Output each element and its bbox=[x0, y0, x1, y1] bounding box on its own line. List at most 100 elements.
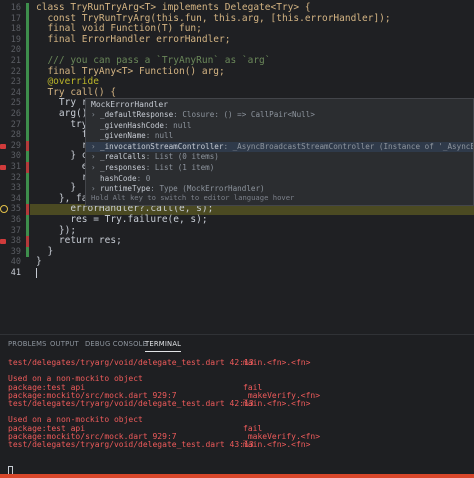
expand-arrow-icon[interactable]: › bbox=[91, 142, 100, 153]
change-marker bbox=[26, 87, 29, 99]
change-marker bbox=[26, 236, 29, 247]
terminal-member: main.<fn>.<fn> bbox=[243, 398, 311, 408]
expand-arrow-icon[interactable]: › bbox=[91, 163, 100, 174]
change-marker bbox=[26, 183, 29, 194]
line-number: 21 bbox=[10, 56, 21, 66]
code-line[interactable]: /// you can pass a `TryAnyRun` as `arg` bbox=[36, 55, 270, 67]
line-number: 19 bbox=[10, 34, 21, 45]
terminal-location: test/delegates/tryarg/void/delegate_test… bbox=[8, 439, 254, 449]
variable-name: _responses bbox=[100, 162, 146, 172]
terminal-line: test/delegates/tryarg/void/delegate_test… bbox=[8, 398, 474, 408]
variable-value: null bbox=[173, 120, 192, 130]
popup-title: MockErrorHandler bbox=[86, 99, 473, 110]
terminal-member: main.<fn>.<fn> bbox=[243, 439, 311, 449]
line-number: 27 bbox=[10, 119, 21, 130]
tab-terminal[interactable]: TERMINAL bbox=[145, 340, 182, 352]
line-number: 18 bbox=[10, 24, 21, 35]
popup-variable-row[interactable]: › _realCalls: List (0 items) bbox=[86, 152, 473, 163]
tab-debug-console[interactable]: DEBUG CONSOLE bbox=[85, 340, 147, 348]
line-number: 24 bbox=[10, 87, 21, 98]
change-marker bbox=[26, 24, 29, 35]
popup-variable-row[interactable]: hashCode: 0 bbox=[86, 174, 473, 185]
variable-value: 0 bbox=[145, 173, 151, 183]
variable-name: _givenHashCode bbox=[100, 120, 165, 130]
breakpoint-icon[interactable] bbox=[0, 239, 6, 245]
popup-variable-row[interactable]: _givenName: null bbox=[86, 131, 473, 142]
popup-variable-row[interactable]: › _defaultResponse: Closure: () => CallPa… bbox=[86, 110, 473, 121]
popup-variable-row[interactable]: › _responses: List (1 item) bbox=[86, 163, 473, 174]
line-number: 22 bbox=[10, 66, 21, 77]
variable-name: runtimeType bbox=[100, 184, 151, 194]
line-number: 37 bbox=[10, 225, 21, 236]
change-marker bbox=[26, 13, 29, 25]
change-marker bbox=[26, 151, 29, 162]
change-marker bbox=[26, 3, 29, 14]
change-marker bbox=[26, 130, 29, 141]
breakpoint-icon[interactable] bbox=[0, 143, 6, 149]
text-cursor bbox=[36, 268, 37, 278]
line-number: 30 bbox=[10, 151, 21, 162]
terminal-output[interactable]: test/delegates/tryarg/void/delegate_test… bbox=[8, 358, 474, 449]
variable-value: null bbox=[154, 131, 174, 141]
popup-variable-row[interactable]: › _invocationStreamController: _AsyncBroa… bbox=[86, 141, 473, 153]
variable-name: _givenName bbox=[100, 131, 146, 141]
popup-variable-row[interactable]: _givenHashCode: null bbox=[86, 121, 473, 132]
variable-value: _AsyncBroadcastStreamController (Instanc… bbox=[232, 141, 473, 151]
line-number: 32 bbox=[10, 172, 21, 183]
line-number: 26 bbox=[10, 109, 21, 119]
change-marker bbox=[26, 204, 29, 215]
expand-arrow-icon[interactable]: › bbox=[91, 110, 100, 121]
line-number: 20 bbox=[10, 45, 21, 56]
line-number: 39 bbox=[10, 246, 21, 257]
variable-name: hashCode bbox=[100, 173, 137, 183]
change-marker bbox=[26, 215, 29, 226]
change-marker bbox=[26, 119, 29, 131]
line-number: 25 bbox=[10, 98, 21, 109]
tab-output[interactable]: OUTPUT bbox=[50, 340, 79, 348]
code-line[interactable]: } bbox=[36, 257, 42, 268]
code-line[interactable]: class TryRunTryArg<T> implements Delegat… bbox=[36, 2, 311, 14]
variable-value: Type (MockErrorHandler) bbox=[159, 184, 265, 194]
terminal-location: test/delegates/tryarg/void/delegate_test… bbox=[8, 358, 254, 367]
variable-name: _defaultResponse bbox=[100, 110, 174, 119]
debug-hover-popup[interactable]: MockErrorHandler › _defaultResponse: Clos… bbox=[85, 98, 474, 206]
change-marker bbox=[26, 109, 29, 120]
change-marker bbox=[26, 66, 29, 78]
terminal-line: test/delegates/tryarg/void/delegate_test… bbox=[8, 439, 474, 449]
change-marker bbox=[26, 56, 29, 67]
change-marker bbox=[26, 162, 29, 173]
status-bar bbox=[0, 474, 474, 478]
change-marker bbox=[26, 34, 29, 46]
popup-hint: Hold Alt key to switch to editor languag… bbox=[91, 193, 295, 202]
tab-problems[interactable]: PROBLEMS bbox=[8, 340, 47, 348]
line-number: 40 bbox=[10, 257, 21, 268]
change-marker bbox=[26, 45, 29, 56]
panel-tabs: PROBLEMS OUTPUT DEBUG CONSOLE TERMINAL bbox=[0, 335, 474, 353]
line-number: 33 bbox=[10, 183, 21, 194]
change-marker bbox=[26, 246, 29, 258]
code-line[interactable]: final ErrorHandler errorHandler; bbox=[36, 34, 230, 46]
line-number: 23 bbox=[10, 77, 21, 88]
change-marker bbox=[26, 172, 29, 184]
variable-name: _invocationStreamController bbox=[100, 141, 224, 151]
variable-value: Closure: () => CallPair<Null> bbox=[182, 110, 315, 119]
line-number: 16 bbox=[10, 3, 21, 13]
line-number: 28 bbox=[10, 130, 21, 141]
terminal-line: test/delegates/tryarg/void/delegate_test… bbox=[8, 358, 474, 367]
variable-name: _realCalls bbox=[100, 152, 146, 162]
terminal-member: main.<fn>.<fn> bbox=[243, 358, 311, 367]
expand-arrow-icon[interactable]: › bbox=[91, 152, 100, 163]
change-marker bbox=[26, 77, 29, 88]
line-number: 36 bbox=[10, 215, 21, 225]
change-marker bbox=[26, 225, 29, 237]
line-number: 17 bbox=[10, 13, 21, 24]
change-marker bbox=[26, 98, 29, 109]
breakpoint-icon[interactable] bbox=[0, 165, 6, 170]
variable-value: List (1 item) bbox=[154, 162, 215, 172]
change-marker bbox=[26, 193, 29, 205]
change-marker bbox=[26, 140, 29, 152]
variable-value: List (0 items) bbox=[154, 152, 219, 162]
bottom-panel: PROBLEMS OUTPUT DEBUG CONSOLE TERMINAL t… bbox=[0, 334, 474, 478]
code-line[interactable]: res = Try.failure(e, s); bbox=[36, 214, 207, 226]
terminal-location: test/delegates/tryarg/void/delegate_test… bbox=[8, 398, 254, 408]
